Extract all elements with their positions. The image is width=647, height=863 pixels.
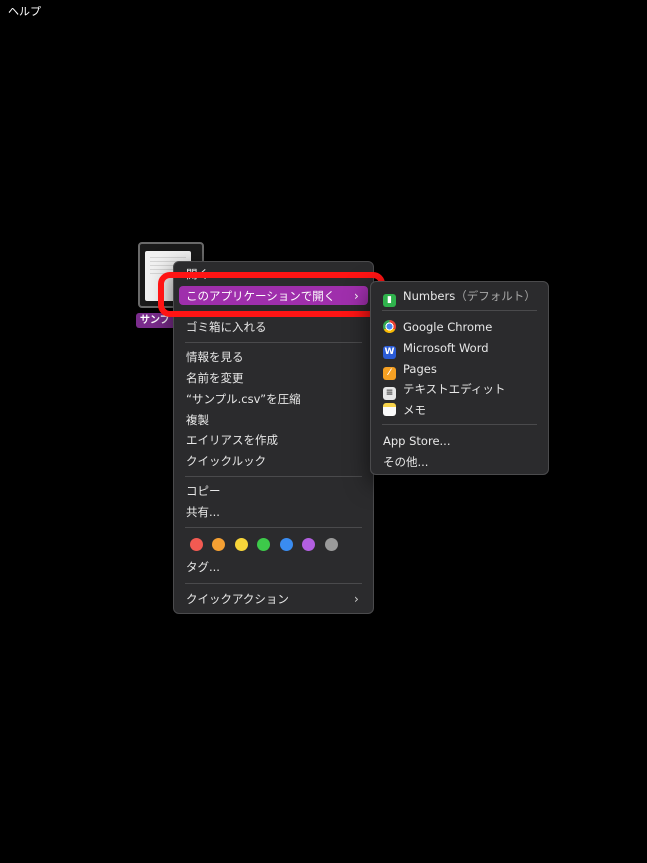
submenu-item-other[interactable]: その他... xyxy=(383,454,428,470)
menu-separator xyxy=(382,310,537,311)
word-icon: W xyxy=(383,346,396,359)
chrome-icon xyxy=(383,320,396,333)
menu-separator xyxy=(382,424,537,425)
numbers-label: Numbers xyxy=(403,289,456,303)
menu-item-compress[interactable]: “サンプル.csv”を圧縮 xyxy=(186,391,301,407)
pages-label: Pages xyxy=(403,362,437,376)
chrome-label: Google Chrome xyxy=(403,320,493,334)
menu-item-quick-look[interactable]: クイックルック xyxy=(186,453,266,469)
menu-item-duplicate[interactable]: 複製 xyxy=(186,412,209,428)
tag-blue-dot[interactable] xyxy=(280,538,293,551)
menu-item-make-alias[interactable]: エイリアスを作成 xyxy=(186,432,278,448)
highlight-annotation-box xyxy=(158,272,385,317)
submenu-item-word[interactable]: W Microsoft Word xyxy=(383,340,489,359)
pages-icon: ⁄ xyxy=(383,367,396,380)
menu-item-share[interactable]: 共有... xyxy=(186,504,220,520)
tag-gray-dot[interactable] xyxy=(325,538,338,551)
menu-separator xyxy=(185,476,362,477)
menu-item-trash[interactable]: ゴミ箱に入れる xyxy=(186,319,267,335)
submenu-item-chrome[interactable]: Google Chrome xyxy=(383,319,492,335)
default-suffix: （デフォルト） xyxy=(455,289,536,303)
menu-separator xyxy=(185,527,362,528)
menu-item-quick-actions[interactable]: クイックアクション xyxy=(186,591,289,607)
submenu-item-textedit[interactable]: ≡ テキストエディット xyxy=(383,381,506,400)
notes-label: メモ xyxy=(403,403,426,417)
menubar-help[interactable]: ヘルプ xyxy=(8,3,41,19)
textedit-label: テキストエディット xyxy=(403,382,506,396)
tag-red-dot[interactable] xyxy=(190,538,203,551)
submenu-item-notes[interactable]: メモ xyxy=(383,402,426,418)
tag-green-dot[interactable] xyxy=(257,538,270,551)
textedit-icon: ≡ xyxy=(383,387,396,400)
menu-separator xyxy=(185,583,362,584)
open-with-submenu: ▮ Numbers（デフォルト） Google Chrome W Microsoft… xyxy=(370,281,549,475)
menu-separator xyxy=(185,342,362,343)
submenu-item-app-store[interactable]: App Store... xyxy=(383,433,450,449)
chevron-right-icon: › xyxy=(354,592,359,606)
numbers-icon: ▮ xyxy=(383,294,396,307)
submenu-item-numbers[interactable]: ▮ Numbers（デフォルト） xyxy=(383,288,536,307)
menu-item-rename[interactable]: 名前を変更 xyxy=(186,370,244,386)
notes-icon xyxy=(383,403,396,416)
menu-item-get-info[interactable]: 情報を見る xyxy=(186,349,244,365)
menu-item-tags[interactable]: タグ... xyxy=(186,559,220,575)
tag-orange-dot[interactable] xyxy=(212,538,225,551)
menu-item-copy[interactable]: コピー xyxy=(186,483,221,499)
tag-purple-dot[interactable] xyxy=(302,538,315,551)
tag-yellow-dot[interactable] xyxy=(235,538,248,551)
submenu-item-pages[interactable]: ⁄ Pages xyxy=(383,361,437,380)
word-label: Microsoft Word xyxy=(403,341,489,355)
